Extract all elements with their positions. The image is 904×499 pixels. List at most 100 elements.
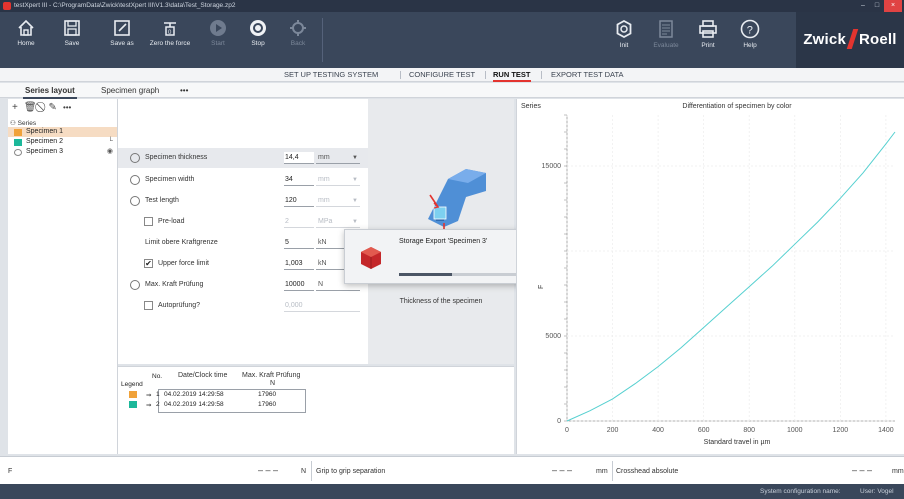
param-row-test-length: Test length 120 mm ▼: [118, 191, 368, 211]
autopruefung-checkbox[interactable]: [144, 301, 153, 310]
row-date: 04.02.2019 14:29:58: [164, 391, 224, 398]
nav-divider: [541, 71, 542, 79]
save-button[interactable]: Save: [52, 12, 92, 68]
preload-input[interactable]: 2: [284, 216, 314, 228]
start-button[interactable]: Start: [198, 12, 238, 68]
param-name: Specimen width: [145, 176, 195, 183]
print-label: Print: [701, 42, 715, 49]
results-table: Date/Clock time Max. Kraft Prüfung N Leg…: [118, 366, 514, 454]
param-name: Test length: [145, 197, 179, 204]
evaluate-label: Evaluate: [653, 42, 679, 49]
brand-slash-icon: [846, 29, 859, 50]
system-config-label: System configuration name:: [760, 488, 841, 495]
row-no: 1: [156, 391, 160, 398]
preload-unit-select[interactable]: MPa ▼: [316, 216, 360, 228]
unit-label: mm: [318, 176, 330, 183]
tab-specimen-graph[interactable]: Specimen graph: [101, 86, 159, 95]
save-as-button[interactable]: Save as: [102, 12, 142, 68]
chevron-down-icon: ▼: [352, 219, 358, 225]
test-length-unit-select[interactable]: mm ▼: [316, 195, 360, 207]
chart-title: Differentiation of specimen by color: [682, 103, 792, 110]
evaluate-icon: [659, 20, 673, 38]
home-button[interactable]: Home: [6, 12, 46, 68]
tree-root-label: Series: [17, 120, 37, 127]
tree-item-specimen-2[interactable]: Specimen 2 └: [8, 137, 117, 147]
upper-force-limit-input[interactable]: 1,003: [284, 258, 314, 270]
legend-header: Legend: [121, 381, 143, 388]
param-row-preload: Pre-load 2 MPa ▼: [118, 212, 368, 232]
stop-button[interactable]: Stop: [238, 12, 278, 68]
y-tick-label: 15000: [542, 163, 562, 170]
close-button[interactable]: ×: [884, 0, 902, 12]
more-options-icon[interactable]: •••: [63, 103, 71, 112]
series-tree-icon: ⚇: [10, 120, 16, 127]
tree-item-specimen-1[interactable]: Specimen 1: [8, 127, 117, 137]
tab-set-up-testing-system[interactable]: SET UP TESTING SYSTEM: [284, 70, 378, 79]
save-label: Save: [64, 40, 80, 47]
maximize-button[interactable]: □: [870, 0, 884, 12]
specimen-color-icon: [14, 148, 22, 156]
width-input[interactable]: 34: [284, 174, 314, 186]
max-kraft-input[interactable]: 10000: [284, 279, 314, 291]
autopruefung-input[interactable]: 0,000: [284, 300, 360, 312]
force-readout-unit: N: [301, 468, 307, 475]
workflow-nav: SET UP TESTING SYSTEM CONFIGURE TEST RUN…: [0, 68, 904, 82]
tree-item-label: Specimen 1: [26, 128, 63, 135]
unit-label: kN: [318, 239, 327, 246]
help-label: Help: [743, 42, 757, 49]
y-axis-label: F: [538, 285, 545, 289]
chevron-down-icon: ▼: [352, 155, 358, 161]
crosshead-unit: mm: [892, 468, 904, 475]
status-readouts: F – – – N Grip to grip separation – – – …: [0, 456, 904, 484]
upper-force-limit-checkbox[interactable]: ✔: [144, 259, 153, 268]
home-icon: [18, 19, 34, 36]
window-controls: – □ ×: [856, 0, 902, 12]
graph-icon: └: [108, 138, 113, 145]
evaluate-button[interactable]: Evaluate: [646, 12, 686, 68]
param-name: Max. Kraft Prüfung: [145, 281, 204, 288]
more-tabs-button[interactable]: •••: [180, 86, 188, 95]
thickness-unit-select[interactable]: mm ▼: [316, 152, 360, 164]
legend-orange-icon: [129, 391, 137, 398]
tab-configure-test[interactable]: CONFIGURE TEST: [409, 70, 475, 79]
tree-item-label: Specimen 2: [26, 138, 63, 145]
tab-export-test-data[interactable]: EXPORT TEST DATA: [551, 70, 624, 79]
thickness-input[interactable]: 14,4: [284, 152, 314, 164]
row-force: 17960: [258, 401, 277, 408]
nav-divider: [400, 71, 401, 79]
param-row-width: Specimen width 34 mm ▼: [118, 170, 368, 190]
print-button[interactable]: Print: [688, 12, 728, 68]
minimize-button[interactable]: –: [856, 0, 870, 12]
init-button[interactable]: Init: [604, 12, 644, 68]
delete-specimen-icon[interactable]: 🗑︎: [24, 102, 37, 113]
unit-label: mm: [318, 154, 330, 161]
main-toolbar: Home Save Save as 0 Zero the force Start…: [0, 12, 904, 68]
preload-checkbox[interactable]: [144, 217, 153, 226]
col-date: Date/Clock time: [178, 372, 228, 379]
col-max-kraft: Max. Kraft Prüfung: [242, 372, 301, 379]
zero-force-button[interactable]: 0 Zero the force: [148, 12, 192, 68]
tab-series-layout[interactable]: Series layout: [23, 86, 77, 99]
brand-right: Roell: [859, 31, 897, 48]
legend-teal-icon: [129, 401, 137, 408]
y-tick-label: 5000: [545, 333, 561, 340]
tree-item-specimen-3[interactable]: Specimen 3 ◉: [8, 147, 117, 157]
param-name: Upper force limit: [158, 260, 209, 267]
help-button[interactable]: ? Help: [730, 12, 770, 68]
test-length-input[interactable]: 120: [284, 195, 314, 207]
width-unit-select[interactable]: mm ▼: [316, 174, 360, 186]
back-button[interactable]: Back: [278, 12, 318, 68]
unit-label: N: [318, 281, 324, 288]
crosshead-value: – – –: [852, 465, 873, 475]
edit-specimen-icon[interactable]: ✎: [49, 102, 57, 113]
add-specimen-icon[interactable]: +: [12, 102, 18, 113]
tab-run-test[interactable]: RUN TEST: [493, 70, 531, 82]
init-label: Init: [619, 42, 629, 49]
tree-root[interactable]: ⚇ Series: [8, 119, 117, 127]
x-tick-label: 400: [652, 427, 664, 434]
limit-obere-input[interactable]: 5: [284, 237, 314, 249]
zero-force-icon: 0: [164, 22, 176, 36]
init-icon: [616, 19, 632, 39]
force-readout-label: F: [8, 468, 13, 475]
app-window: testXpert III - C:\ProgramData\Zwick\tes…: [0, 0, 904, 499]
